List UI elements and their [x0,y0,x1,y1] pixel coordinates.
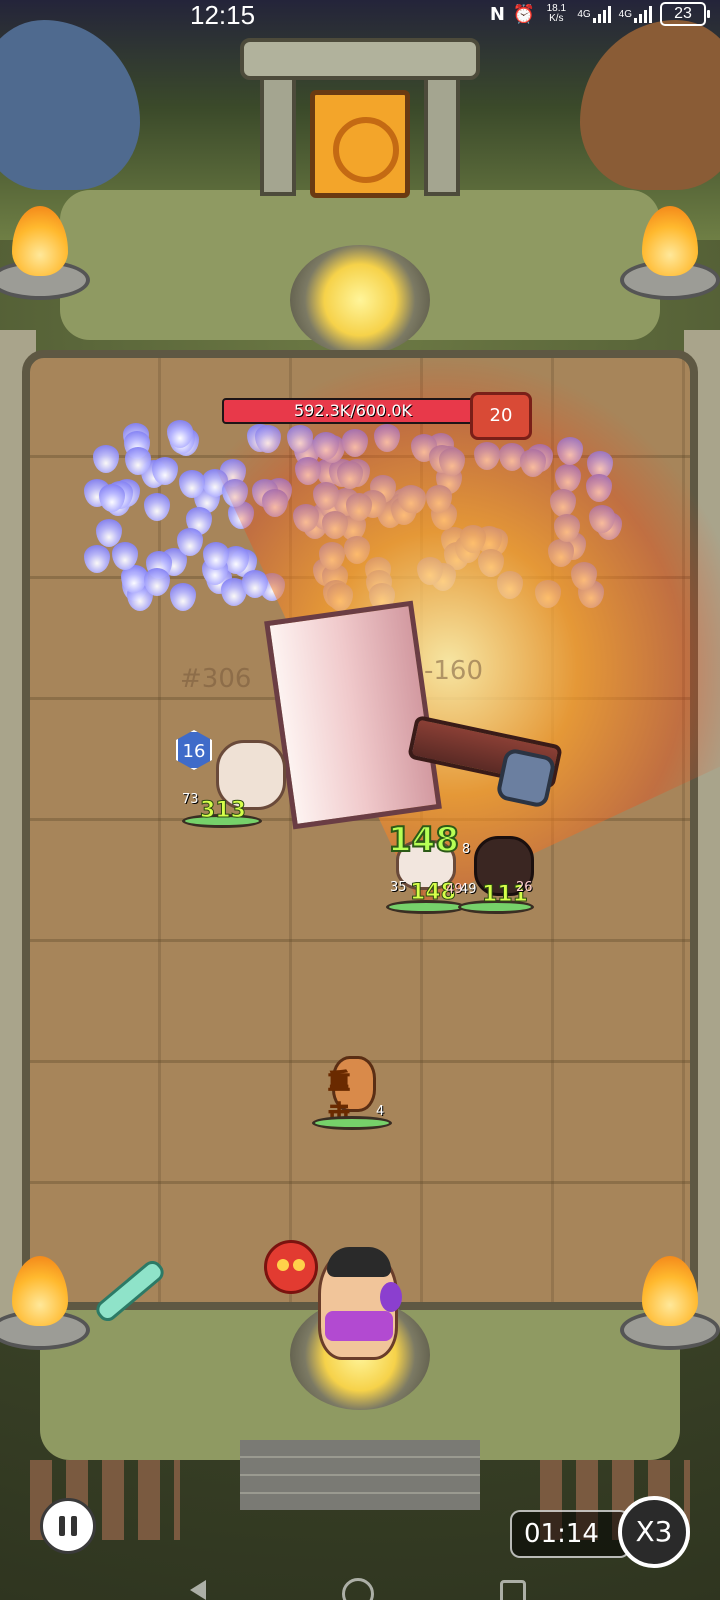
battle-timer: 01:14 [510,1510,630,1558]
wisp-icon [177,528,203,556]
signal-icon [634,5,652,23]
unit-extra-stat: 26 [516,880,533,895]
fire-icon [642,1256,698,1326]
hero-skirt [325,1311,393,1341]
wisp-icon [144,568,170,596]
hero-hair [327,1247,391,1277]
wisp-icon [170,583,196,611]
big-damage-number: 148 [387,819,460,861]
fire-icon [12,206,68,276]
game-scene: #306 -160 16 73 313 35 148 49 8 49 111 2… [0,0,720,1600]
boss-hp-bar: 592.3K/600.0K [222,398,484,424]
boss-hp-text: 592.3K/600.0K [294,401,412,420]
red-spirit-companion [264,1240,318,1294]
pause-icon [59,1516,65,1536]
stone-stairs [240,1440,480,1510]
recent-apps-icon[interactable] [500,1580,526,1600]
signal-icon [592,5,611,23]
back-icon[interactable] [190,1580,206,1600]
battery-icon: 23 [660,2,710,26]
pause-icon [71,1516,77,1536]
portal-gate [310,90,410,198]
alarm-icon: ⏰ [512,3,536,25]
wisp-icon [93,445,119,473]
unit-top-level: 8 [462,842,471,857]
wisp-icon [152,457,178,485]
system-nav-bar [0,1578,720,1600]
portal-pillar [260,76,296,196]
portal-lintel [240,38,480,80]
stone-portal [240,38,480,198]
campfire [620,1250,720,1350]
unit-level: 4 [376,1104,385,1119]
giant-hammer-cap [495,747,557,809]
network-type: 4G [577,8,591,20]
pause-button[interactable] [40,1498,96,1554]
fire-icon [12,1256,68,1326]
faded-damage-number: -160 [424,656,484,686]
status-icons: N ⏰ 18.1 K/s 4G 4G 23 [489,2,710,26]
campfire [620,200,720,300]
wisp-icon [144,493,170,521]
wisp-icon [84,545,110,573]
faded-damage-number: #306 [180,664,252,694]
fire-icon [642,206,698,276]
campfire [0,1250,90,1350]
gourd-icon [380,1282,402,1312]
portal-pillar [424,76,460,196]
damage-number: 313 [200,798,247,824]
unit-level: 35 [390,880,407,895]
home-icon[interactable] [342,1578,374,1600]
campfire [0,200,90,300]
clock: 12:15 [190,0,256,30]
net-speed: 18.1 K/s [546,3,567,24]
boss-level-chest: 20 [470,392,532,440]
giant-hammer-head [264,600,442,830]
status-bar: 12:15 N ⏰ 18.1 K/s 4G 4G 23 [0,0,720,30]
unit-level: 73 [182,792,199,807]
network-type: 4G [618,8,632,20]
speed-multiplier-button[interactable]: X3 [618,1496,690,1568]
nfc-icon: N [489,3,505,25]
unit-level: 49 [460,882,477,897]
